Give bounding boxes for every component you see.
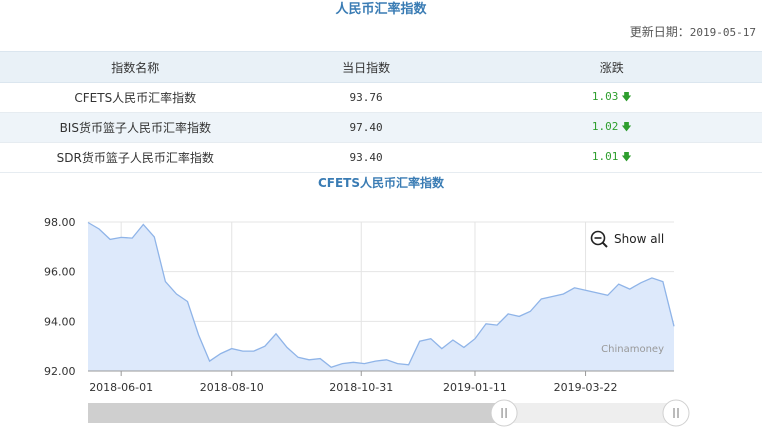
x-tick-label: 2019-01-11 <box>443 381 507 394</box>
x-tick-label: 2018-10-31 <box>329 381 393 394</box>
show-all-label: Show all <box>614 232 665 246</box>
y-tick-label: 96.00 <box>44 266 76 279</box>
x-tick-label: 2019-03-22 <box>554 381 618 394</box>
y-tick-label: 98.00 <box>44 216 76 229</box>
index-chart: 98.00 96.00 94.00 92.00 2018-06-01 2018-08-10… <box>44 216 690 427</box>
show-all-button[interactable]: Show all <box>590 229 664 249</box>
x-tick-label: 2018-06-01 <box>89 381 153 394</box>
navigator-handle[interactable] <box>490 399 518 427</box>
zoom-out-icon <box>590 230 608 248</box>
x-tick-label: 2018-08-10 <box>200 381 264 394</box>
series-area <box>88 222 674 371</box>
chart-watermark: Chinamoney <box>601 344 664 355</box>
navigator-handle[interactable] <box>662 399 690 427</box>
y-tick-label: 94.00 <box>44 315 76 328</box>
y-tick-label: 92.00 <box>44 365 76 378</box>
navigator-mask <box>88 403 505 423</box>
